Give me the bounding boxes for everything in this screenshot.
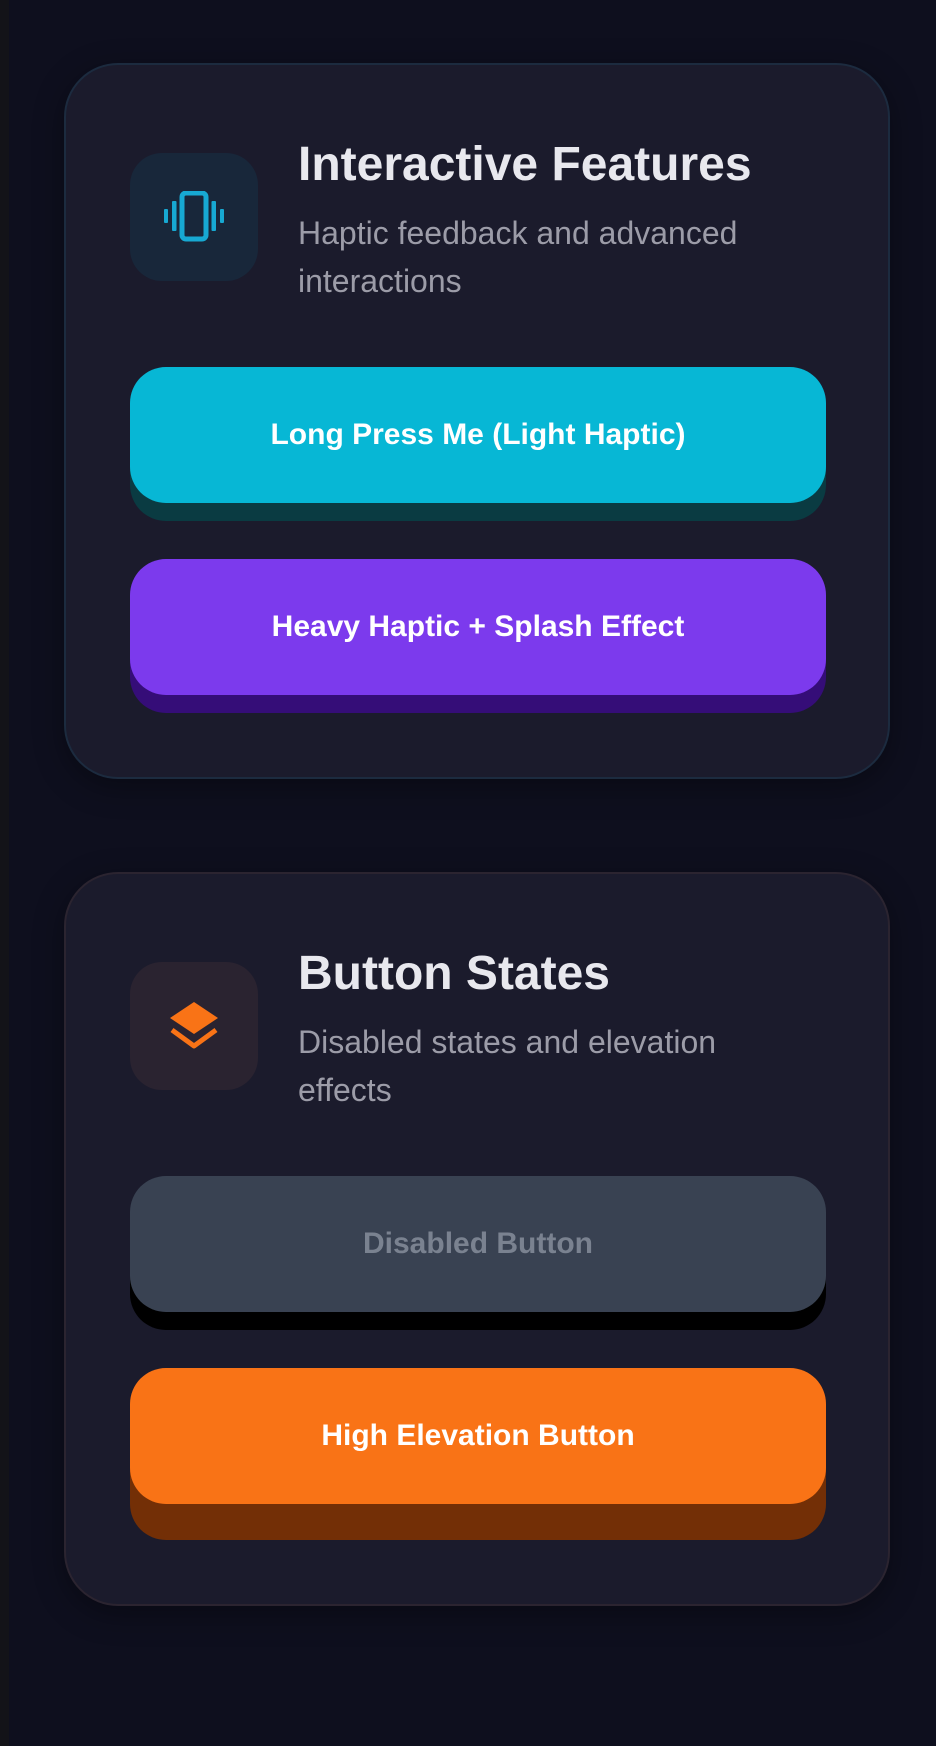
layers-icon-tile (130, 962, 258, 1090)
card-subtitle: Disabled states and elevation effects (298, 1024, 717, 1108)
disabled-button: Disabled Button (130, 1176, 826, 1312)
left-edge-strip (0, 0, 9, 1746)
card-subtitle: Haptic feedback and advanced interaction… (298, 215, 738, 299)
long-press-button[interactable]: Long Press Me (Light Haptic) (130, 367, 826, 503)
card-title: Interactive Features (298, 138, 752, 191)
card-title: Button States (298, 947, 610, 1000)
layers-icon (170, 1002, 218, 1049)
interactive-features-card: Interactive Features Haptic feedback and… (64, 63, 890, 779)
button-states-card: Button States Disabled states and elevat… (64, 872, 890, 1606)
high-elevation-button[interactable]: High Elevation Button (130, 1368, 826, 1504)
vibration-icon (164, 191, 224, 242)
vibration-icon-tile (130, 153, 258, 281)
heavy-haptic-button[interactable]: Heavy Haptic + Splash Effect (130, 559, 826, 695)
